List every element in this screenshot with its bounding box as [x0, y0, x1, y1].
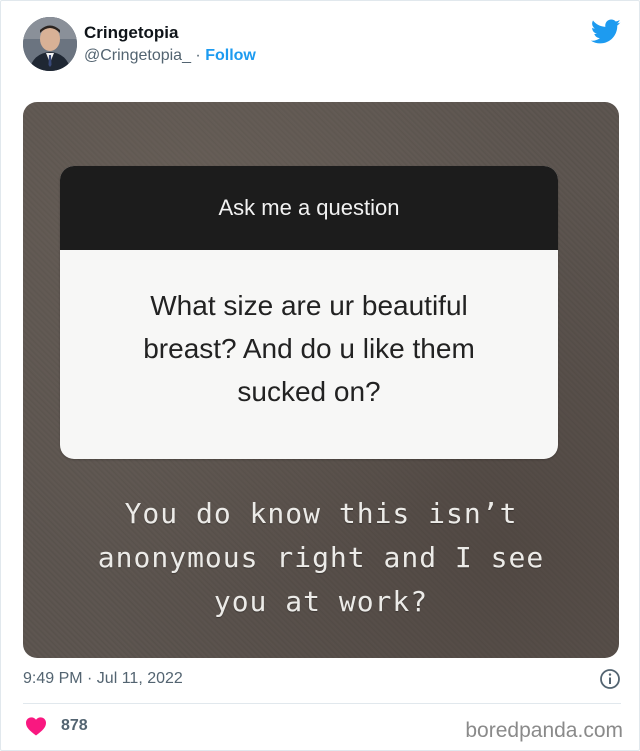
question-line: What size are ur beautiful — [150, 290, 468, 321]
tweet-media-image[interactable]: Ask me a question What size are ur beaut… — [23, 102, 619, 658]
author-handle-row: @Cringetopia_ · Follow — [84, 47, 256, 65]
reply-line: anonymous right and I see — [97, 541, 545, 574]
reply-text: You do know this isn’t anonymous right a… — [23, 492, 619, 624]
divider — [23, 703, 621, 704]
follow-button[interactable]: Follow — [205, 47, 256, 64]
tweet-timestamp[interactable]: 9:49 PM · Jul 11, 2022 — [23, 670, 183, 688]
avatar[interactable] — [23, 17, 77, 71]
reply-line: you at work? — [213, 585, 429, 618]
author-handle[interactable]: @Cringetopia_ — [84, 47, 191, 64]
question-text: What size are ur beautiful breast? And d… — [60, 284, 558, 413]
question-header: Ask me a question — [60, 166, 558, 250]
reply-line: You do know this isn’t — [124, 497, 518, 530]
info-icon[interactable] — [599, 668, 621, 690]
tweet-card: Cringetopia @Cringetopia_ · Follow Ask m… — [0, 0, 640, 751]
watermark: boredpanda.com — [465, 719, 623, 742]
question-sticker: Ask me a question What size are ur beaut… — [60, 166, 558, 459]
like-count[interactable]: 878 — [61, 717, 88, 735]
question-line: sucked on? — [237, 376, 381, 407]
twitter-bird-icon[interactable] — [591, 19, 621, 45]
question-line: breast? And do u like them — [143, 333, 475, 364]
heart-icon[interactable] — [25, 716, 47, 736]
separator-dot: · — [195, 47, 201, 64]
author-name[interactable]: Cringetopia — [84, 23, 178, 43]
